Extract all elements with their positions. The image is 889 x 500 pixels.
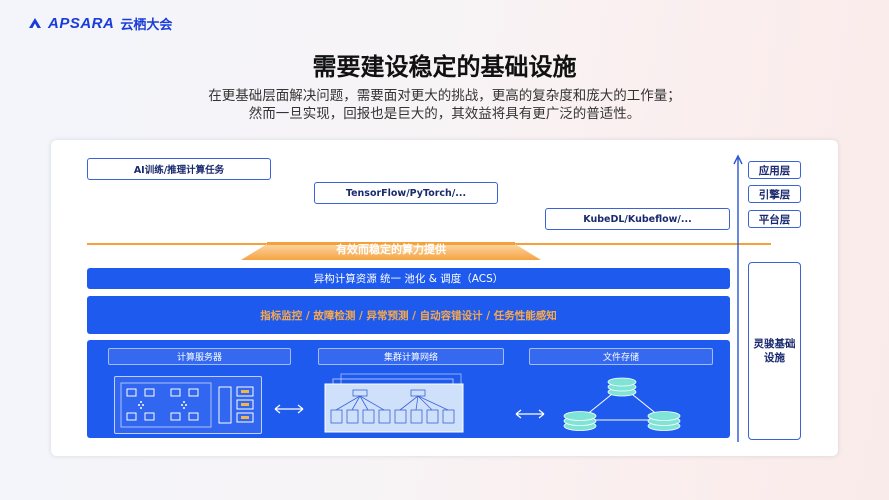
storage-disks-icon (556, 376, 688, 434)
compute-server-header: 计算服务器 (108, 348, 291, 365)
file-storage-header: 文件存储 (529, 348, 713, 365)
foundation-layer-box: 灵骏基础设施 (748, 262, 801, 440)
workload-ai-training: AI训练/推理计算任务 (87, 158, 271, 180)
event-name: 云栖大会 (120, 18, 173, 33)
page-title: 需要建设稳定的基础设施 (312, 53, 577, 81)
workload-frameworks: TensorFlow/PyTorch/... (314, 182, 498, 204)
cluster-network-header: 集群计算网络 (318, 348, 504, 365)
brand-name: APSARA (48, 15, 115, 32)
architecture-diagram: AI训练/推理计算任务 TensorFlow/PyTorch/... KubeD… (51, 140, 838, 456)
server-rack-icon (114, 376, 262, 434)
bidirectional-arrow-icon (274, 404, 304, 414)
arrow-banner-label: 有效而稳定的算力提供 (336, 243, 446, 256)
apsara-logo: APSARA 云栖大会 (28, 14, 172, 33)
subtitle-line-2: 然而一旦实现，回报也是巨大的，其效益将具有更广泛的普适性。 (248, 106, 641, 122)
monitoring-band: 指标监控 / 故障检测 / 异常预测 / 自动容错设计 / 任务性能感知 (87, 296, 730, 334)
foundation-layer-label: 灵骏基础设施 (753, 338, 796, 364)
layer-axis-arrow (733, 154, 743, 442)
cluster-network-icon (323, 372, 465, 434)
bidirectional-arrow-icon (515, 409, 545, 419)
acs-band: 异构计算资源 统一 池化 & 调度（ACS） (87, 268, 730, 289)
workload-kubedl: KubeDL/Kubeflow/... (545, 208, 730, 230)
layer-engine: 引擎层 (748, 185, 801, 203)
subtitle-line-1: 在更基础层面解决问题，需要面对更大的挑战，更高的复杂度和庞大的工作量； (208, 88, 681, 104)
cloud-logo-icon (28, 14, 42, 33)
layer-application: 应用层 (748, 161, 801, 179)
page-subtitle: 在更基础层面解决问题，需要面对更大的挑战，更高的复杂度和庞大的工作量； 然而一旦… (0, 87, 889, 123)
layer-platform: 平台层 (748, 210, 801, 228)
